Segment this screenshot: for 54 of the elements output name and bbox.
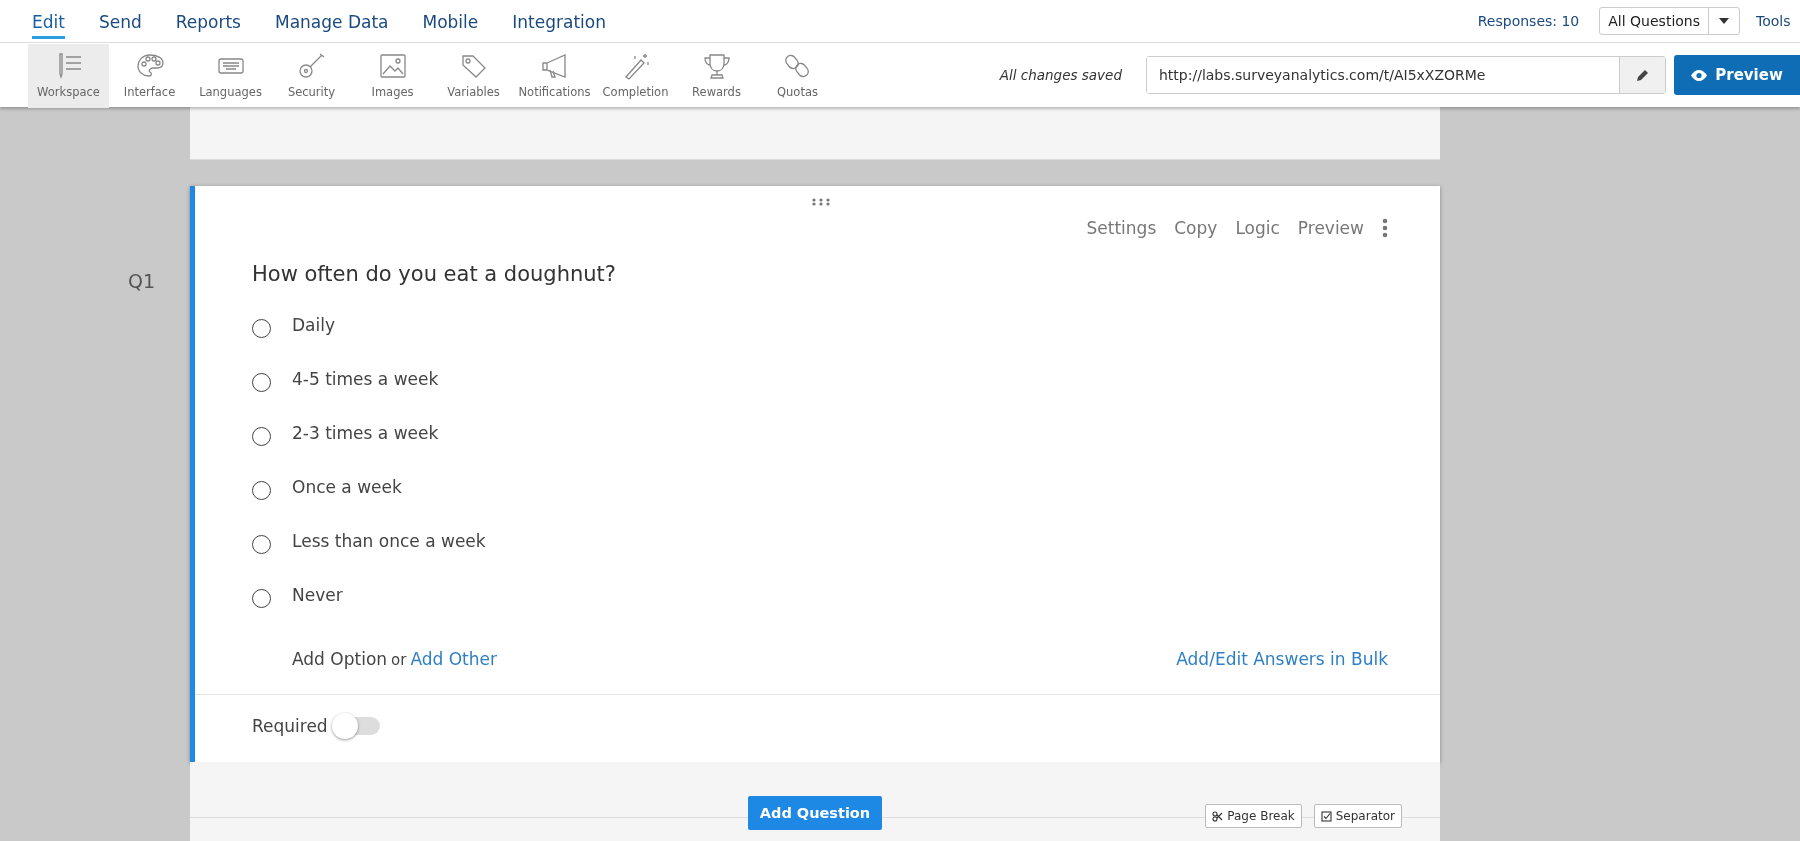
question-action-link[interactable]: Settings <box>1086 218 1157 238</box>
nav-tab[interactable]: Integration <box>512 3 606 39</box>
preview-button[interactable]: Preview <box>1674 55 1800 95</box>
nav-tab[interactable]: Manage Data <box>274 3 389 39</box>
caret-icon <box>1719 18 1729 24</box>
nav-tab[interactable]: Reports <box>175 3 241 39</box>
survey-url-field[interactable]: http://labs.surveyanalytics.com/t/AI5xXZORMe <box>1146 56 1666 94</box>
responses-link[interactable]: Responses: 10 <box>1477 13 1580 29</box>
scissors-icon <box>1212 810 1224 822</box>
questions-dropdown[interactable]: All Questions <box>1599 7 1740 35</box>
option-label: Less than once a week <box>292 531 486 551</box>
checkbox-icon <box>1320 810 1332 822</box>
option-label: 4-5 times a week <box>292 369 439 389</box>
toolbar-item[interactable]: Security <box>271 43 352 108</box>
question-action-link[interactable]: Copy <box>1174 218 1218 238</box>
option-label: Once a week <box>292 477 402 497</box>
image-icon <box>377 52 408 80</box>
edit-url-button[interactable] <box>1619 57 1665 93</box>
eye-icon <box>1691 69 1708 81</box>
drag-handle-icon[interactable] <box>812 198 830 206</box>
nav-tab[interactable]: Mobile <box>422 3 479 39</box>
toolbar-item[interactable]: Interface <box>109 43 190 108</box>
toolbar-item[interactable]: Completion <box>595 43 676 108</box>
toolbar-item[interactable]: Rewards <box>676 43 757 108</box>
more-icon[interactable] <box>1382 218 1388 238</box>
toolbar-item[interactable]: Quotas <box>757 43 838 108</box>
question-action-link[interactable]: Logic <box>1235 218 1280 238</box>
nav-tab[interactable]: Send <box>98 3 142 39</box>
option-label: Daily <box>292 315 335 335</box>
add-option-link[interactable]: Add Option <box>292 649 388 669</box>
toolbar-item[interactable]: Notifications <box>514 43 595 108</box>
toolbar-item[interactable]: Languages <box>190 43 271 108</box>
question-number: Q1 <box>127 270 155 294</box>
nav-tab[interactable]: Edit <box>32 3 65 39</box>
toolbar-item[interactable]: Variables <box>433 43 514 108</box>
palette-icon <box>134 52 165 80</box>
option-label: Never <box>292 585 343 605</box>
pencil-icon <box>1636 68 1649 82</box>
question-action-link[interactable]: Preview <box>1297 218 1364 238</box>
tools-link[interactable]: Tools <box>1756 13 1800 29</box>
separator-button[interactable]: Separator <box>1313 804 1402 828</box>
option-label: 2-3 times a week <box>292 423 439 443</box>
toolbar-item[interactable]: Images <box>352 43 433 108</box>
trophy-icon <box>701 52 732 80</box>
required-label: Required <box>252 716 328 736</box>
add-other-link[interactable]: Add Other <box>410 649 497 669</box>
guitar-icon <box>296 52 327 80</box>
page-break-button[interactable]: Page Break <box>1205 804 1302 828</box>
add-question-button[interactable]: Add Question <box>747 796 883 830</box>
or-text: or <box>391 651 407 669</box>
bulk-edit-link[interactable]: Add/Edit Answers in Bulk <box>1176 649 1388 669</box>
toolbar-item[interactable]: Workspace <box>28 43 109 108</box>
question-text: How often do you eat a doughnut? <box>252 262 617 288</box>
save-status: All changes saved <box>999 67 1122 83</box>
